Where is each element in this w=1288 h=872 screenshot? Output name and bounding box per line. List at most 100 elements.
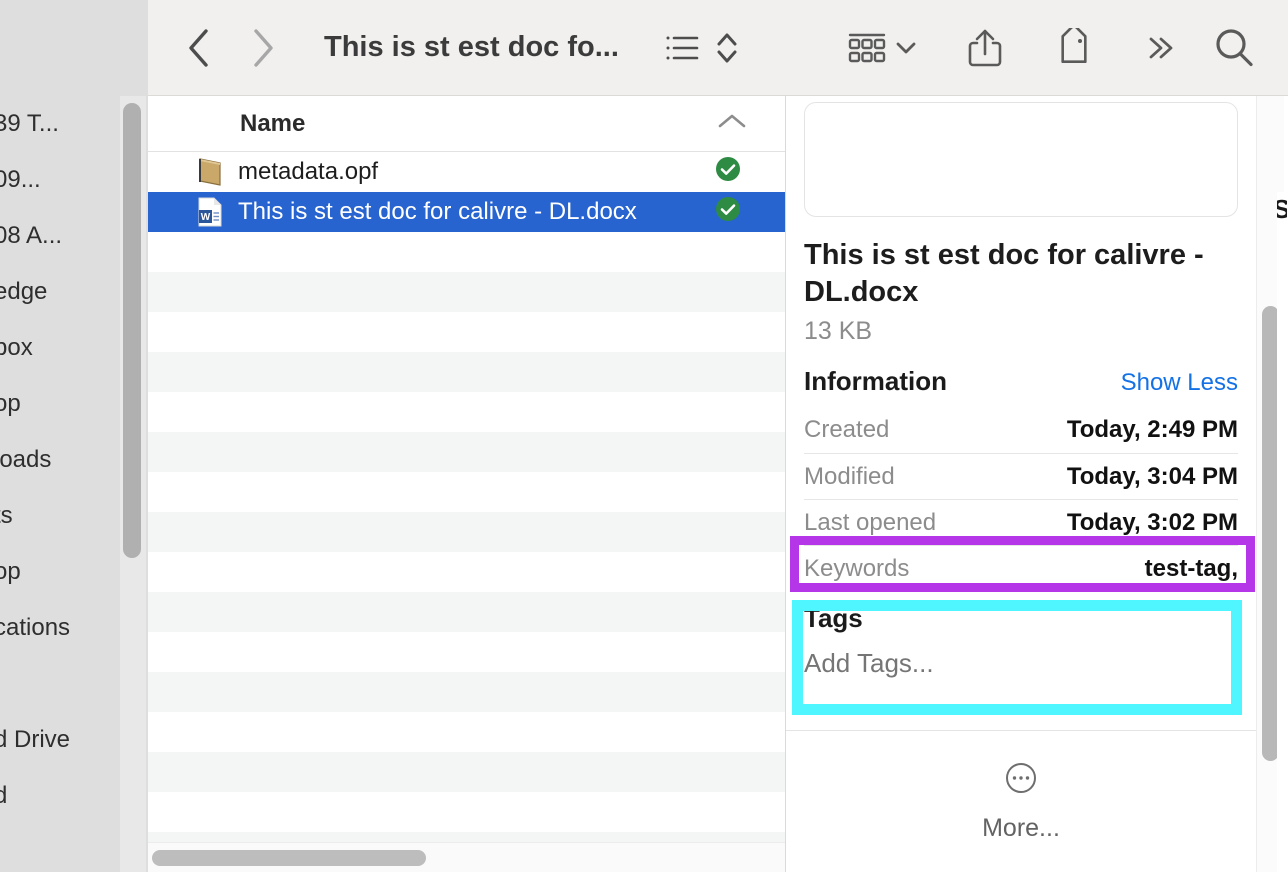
empty-row bbox=[148, 752, 785, 792]
empty-row bbox=[148, 552, 785, 592]
empty-row bbox=[148, 352, 785, 392]
sidebar-item-label: op bbox=[0, 390, 21, 418]
sidebar-item-1[interactable]: 09... bbox=[0, 152, 120, 208]
info-row-modified: Modified Today, 3:04 PM bbox=[804, 453, 1238, 499]
table-row[interactable]: metadata.opf bbox=[148, 152, 785, 192]
show-less-link[interactable]: Show Less bbox=[1121, 369, 1238, 397]
information-table: Created Today, 2:49 PM Modified Today, 3… bbox=[804, 407, 1238, 591]
horizontal-scrollbar-track[interactable] bbox=[148, 842, 786, 872]
view-controls bbox=[665, 31, 739, 65]
finder-window: This is st est doc fo... bbox=[148, 0, 1288, 872]
sidebar-item-11[interactable]: d bbox=[0, 768, 120, 824]
file-list-pane: Name bbox=[148, 96, 786, 872]
empty-row bbox=[148, 792, 785, 832]
sidebar-item-9[interactable]: cations bbox=[0, 600, 120, 656]
sidebar-item-label: d Drive bbox=[0, 726, 70, 754]
toolbar: This is st est doc fo... bbox=[148, 0, 1288, 96]
ellipsis-circle-icon[interactable] bbox=[1004, 761, 1038, 800]
sidebar-item-label: d bbox=[0, 782, 7, 810]
clipped-background-window: S bbox=[1277, 192, 1287, 872]
inspector-file-size: 13 KB bbox=[804, 317, 1238, 346]
sidebar-scrollbar-thumb[interactable] bbox=[123, 103, 141, 558]
clipped-letter: S bbox=[1277, 194, 1287, 225]
empty-row bbox=[148, 472, 785, 512]
info-value: test-tag, bbox=[1145, 555, 1238, 583]
forward-button[interactable] bbox=[250, 27, 276, 69]
tags-section: Tags bbox=[804, 603, 1238, 679]
information-heading: Information bbox=[804, 366, 947, 397]
content-area: Name bbox=[148, 96, 1288, 872]
tag-icon[interactable] bbox=[1053, 28, 1095, 68]
inspector-file-title: This is st est doc for calivre - DL.docx bbox=[804, 237, 1238, 311]
back-button[interactable] bbox=[186, 27, 212, 69]
sidebar-item-label: 09... bbox=[0, 166, 41, 194]
info-row-created: Created Today, 2:49 PM bbox=[804, 407, 1238, 453]
sidebar: 39 T... 09... 08 A... edge box op loads … bbox=[0, 0, 148, 872]
add-tags-input[interactable] bbox=[804, 648, 1238, 679]
empty-row bbox=[148, 232, 785, 272]
empty-row bbox=[148, 592, 785, 632]
sidebar-item-label: ts bbox=[0, 502, 13, 530]
sort-updown-icon[interactable] bbox=[715, 31, 739, 65]
nav-buttons bbox=[186, 27, 276, 69]
sidebar-item-5[interactable]: op bbox=[0, 376, 120, 432]
file-preview-thumbnail bbox=[804, 102, 1238, 217]
file-name: This is st est doc for calivre - DL.docx bbox=[238, 198, 637, 226]
book-file-icon bbox=[196, 156, 224, 188]
window-title: This is st est doc fo... bbox=[324, 31, 619, 64]
info-row-last-opened: Last opened Today, 3:02 PM bbox=[804, 499, 1238, 545]
sidebar-item-label: cations bbox=[0, 614, 70, 642]
empty-row bbox=[148, 672, 785, 712]
group-grid-icon[interactable] bbox=[847, 31, 917, 65]
empty-row bbox=[148, 632, 785, 672]
column-header-name[interactable]: Name bbox=[240, 110, 305, 138]
file-rows: metadata.opf bbox=[148, 152, 785, 872]
sidebar-item-6[interactable]: loads bbox=[0, 432, 120, 488]
sidebar-item-0[interactable]: 39 T... bbox=[0, 96, 120, 152]
sidebar-item-7[interactable]: ts bbox=[0, 488, 120, 544]
sidebar-item-4[interactable]: box bbox=[0, 320, 120, 376]
action-controls bbox=[847, 27, 1095, 69]
empty-row bbox=[148, 312, 785, 352]
sidebar-item-10[interactable]: d Drive bbox=[0, 712, 120, 768]
sidebar-item-label: loads bbox=[0, 446, 51, 474]
info-key: Last opened bbox=[804, 509, 936, 537]
empty-row bbox=[148, 512, 785, 552]
file-name: metadata.opf bbox=[238, 158, 378, 186]
screen: 39 T... 09... 08 A... edge box op loads … bbox=[0, 0, 1288, 872]
svg-text:W: W bbox=[201, 212, 211, 223]
sidebar-item-3[interactable]: edge bbox=[0, 264, 120, 320]
double-chevron-right-icon[interactable] bbox=[1144, 32, 1176, 64]
sidebar-item-label: 39 T... bbox=[0, 110, 59, 138]
chevron-up-icon[interactable] bbox=[717, 112, 747, 135]
inspector-scroll-content: This is st est doc for calivre - DL.docx… bbox=[786, 96, 1256, 679]
empty-row bbox=[148, 392, 785, 432]
info-value: Today, 3:02 PM bbox=[1067, 509, 1238, 537]
sidebar-item-label: box bbox=[0, 334, 33, 362]
horizontal-scrollbar-thumb[interactable] bbox=[152, 850, 426, 866]
inspector-footer: More... bbox=[786, 730, 1256, 872]
sidebar-section-gap bbox=[0, 656, 120, 712]
share-icon[interactable] bbox=[967, 27, 1003, 69]
empty-row bbox=[148, 712, 785, 752]
more-button-label[interactable]: More... bbox=[982, 814, 1060, 843]
sidebar-item-2[interactable]: 08 A... bbox=[0, 208, 120, 264]
info-key: Modified bbox=[804, 463, 895, 491]
table-row[interactable]: W This is st est doc for calivre - DL.do… bbox=[148, 192, 785, 232]
green-check-icon bbox=[715, 196, 741, 229]
column-header-row[interactable]: Name bbox=[148, 96, 785, 152]
sidebar-item-8[interactable]: op bbox=[0, 544, 120, 600]
list-view-icon[interactable] bbox=[665, 33, 699, 63]
empty-row bbox=[148, 432, 785, 472]
word-document-icon: W bbox=[196, 196, 224, 228]
empty-row bbox=[148, 272, 785, 312]
info-value: Today, 2:49 PM bbox=[1067, 416, 1238, 444]
info-row-keywords[interactable]: Keywords test-tag, bbox=[804, 545, 1238, 591]
sidebar-list: 39 T... 09... 08 A... edge box op loads … bbox=[0, 96, 120, 824]
info-value: Today, 3:04 PM bbox=[1067, 463, 1238, 491]
info-key: Created bbox=[804, 416, 889, 444]
inspector-pane: This is st est doc for calivre - DL.docx… bbox=[786, 96, 1287, 872]
search-icon[interactable] bbox=[1212, 26, 1256, 70]
info-key: Keywords bbox=[804, 555, 909, 583]
sidebar-item-label: 08 A... bbox=[0, 222, 62, 250]
